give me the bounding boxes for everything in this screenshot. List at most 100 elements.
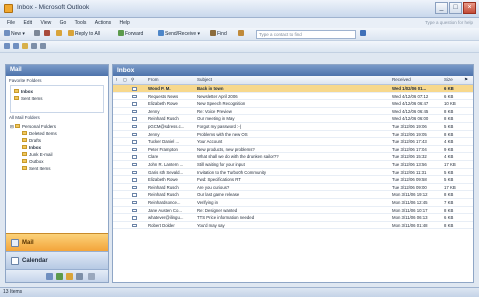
message-row[interactable]: Clare What shall we do with the drunken s… [113,153,473,161]
all-folders-label: All Mail Folders [9,115,40,120]
configure-buttons-icon[interactable] [88,273,95,280]
message-row[interactable]: Reinhardsonce... Verifying in Mon 3/11/06 … [113,199,473,207]
message-size: 5 KB [444,123,454,129]
folder-tree: ⊟ Personal Folders Deleted Items Drafts … [6,122,108,173]
help-button[interactable] [360,30,367,39]
outlook-icon [4,4,13,13]
delete-button[interactable] [44,30,51,39]
message-subject: Invitation to the Turbo0h Community [197,169,267,175]
folder-outbox[interactable]: Outbox [10,158,104,165]
calendar-nav-button[interactable]: Calendar [6,251,108,269]
message-row[interactable]: pGCM@sdress.c... Forgot my password :-(Tu… [113,123,473,131]
message-row[interactable]: Requests News Newsletter April 2006 Wed 4/… [113,93,473,101]
folder-deleted-items[interactable]: Deleted Items [10,130,104,137]
menu-actions[interactable]: Actions [95,18,111,28]
message-row[interactable]: Reinhard Rusch Are you curious? Tue 3/12/0… [113,184,473,192]
size-column-header[interactable]: Size [444,77,453,82]
folder-icon [14,89,19,93]
message-row[interactable]: Garis sth Sevald... Invitation to the Tur… [113,169,473,177]
find-icon [210,30,216,36]
message-row[interactable]: John R. Lantern ... Still waiting for you… [113,161,473,169]
folder-list-icon[interactable] [76,273,83,280]
message-received: Mon 3/11/06 12:45 [392,199,428,205]
menu-go[interactable]: Go [60,18,67,28]
menu-view[interactable]: View [40,18,51,28]
print-button[interactable] [34,30,41,39]
favorite-inbox[interactable]: Inbox [14,88,100,95]
subject-column-header[interactable]: Subject [197,77,212,82]
back-button[interactable] [4,43,11,52]
options-button[interactable] [40,43,47,52]
icon-column-icon[interactable]: ◻ [123,77,127,83]
message-row[interactable]: Robert Dolder You'd may say Mon 3/11/06 01… [113,222,473,230]
message-from: Reinhard Rusch [148,192,179,198]
folder-inbox[interactable]: Inbox [10,144,104,151]
message-row[interactable]: whatever@ilingu... TTS Price information … [113,214,473,222]
message-row[interactable]: Jane Austen Co... Re: Designer wanted Mon … [113,207,473,215]
reply-icon [56,30,62,36]
maximize-button[interactable]: □ [449,2,462,14]
message-row[interactable]: Tucker Daniel ... Your Account Tue 3/12/06… [113,138,473,146]
envelope-icon [132,140,137,144]
message-from: Elizabeth Rowe [148,101,178,107]
message-row[interactable]: Peter Frampton New products, new problems… [113,146,473,154]
close-button[interactable]: × [463,2,476,14]
message-received: Tue 3/12/06 11:31 [392,169,427,175]
folder-junk[interactable]: Junk E-mail [10,151,104,158]
message-received: Mon 3/11/06 01:48 [392,222,428,228]
menu-help[interactable]: Help [120,18,130,28]
forward-button[interactable]: Forward [118,30,143,39]
tasks-icon[interactable] [56,273,63,280]
message-row[interactable]: Jenny Re: Voice Preview Wed 4/12/06 06:45 8… [113,108,473,116]
received-column-header[interactable]: Received [392,77,411,82]
folder-personal[interactable]: ⊟ Personal Folders [10,123,104,130]
help-search[interactable]: Type a question for help [407,19,473,27]
minimize-button[interactable]: _ [435,2,448,14]
find-button[interactable]: Find [210,30,227,39]
forward-nav-button[interactable] [13,43,20,52]
rules-button[interactable] [31,43,38,52]
message-subject: Re: Designer wanted [197,207,238,213]
message-size: 9 KB [444,146,454,152]
contact-search-input[interactable]: Type a contact to find [256,30,356,39]
attachment-column-icon[interactable]: ⚲ [131,77,134,83]
from-column-header[interactable]: From [148,77,159,82]
folder-sent-items[interactable]: Sent Items [10,165,104,172]
item-count: 13 Items [3,289,23,295]
address-book-button[interactable] [238,30,245,39]
message-row[interactable]: Reinhard Rusch Our meeting in May Wed 4/12… [113,115,473,123]
message-row[interactable]: Elizabeth Rowe Fwd: Specifications RT Tue … [113,176,473,184]
message-row[interactable]: Jenny Problems with the new OS Tue 3/12/06… [113,131,473,139]
menu-tools[interactable]: Tools [75,18,87,28]
message-from: Reinhardsonce... [148,199,181,205]
importance-column-icon[interactable]: ! [116,77,117,82]
reply-button[interactable] [56,30,63,39]
folder-drafts[interactable]: Drafts [10,137,104,144]
message-from: Reinhard Rusch [148,184,179,190]
reply-all-button[interactable]: Reply to All [68,30,100,39]
envelope-icon [132,117,137,121]
up-folder-button[interactable] [22,43,29,52]
menu-edit[interactable]: Edit [23,18,32,28]
message-row[interactable]: Elizabeth Rowe New Speech Recognition Wed … [113,100,473,108]
notes-icon[interactable] [66,273,73,280]
message-subject: TTS Price information needed [197,215,255,221]
contacts-icon[interactable] [46,273,53,280]
new-button[interactable]: New ▾ [4,30,25,39]
message-size: 8 KB [444,131,454,137]
message-from: Elizabeth Rowe [148,177,178,183]
message-row[interactable]: Wood P. M. Back in town Wed 1/02/06 01... 6… [113,85,473,93]
favorite-folders: Inbox Sent Items [10,85,104,113]
message-row[interactable]: Reinhard Rusch Our last game release Mon 3… [113,191,473,199]
message-received: Wed 4/12/06 07:12 [392,93,429,99]
flag-column-icon[interactable]: ⚑ [464,77,468,83]
message-subject: Problems with the new OS [197,131,248,137]
favorite-sent-items[interactable]: Sent Items [14,95,100,102]
delete-icon [44,30,50,36]
message-size: 6 KB [444,215,454,221]
message-subject: Re: Voice Preview [197,108,232,114]
message-received: Wed 1/02/06 01... [392,86,427,91]
menu-file[interactable]: File [7,18,15,28]
send-receive-button[interactable]: Send/Receive ▾ [158,30,200,39]
mail-nav-button[interactable]: Mail [6,233,108,251]
